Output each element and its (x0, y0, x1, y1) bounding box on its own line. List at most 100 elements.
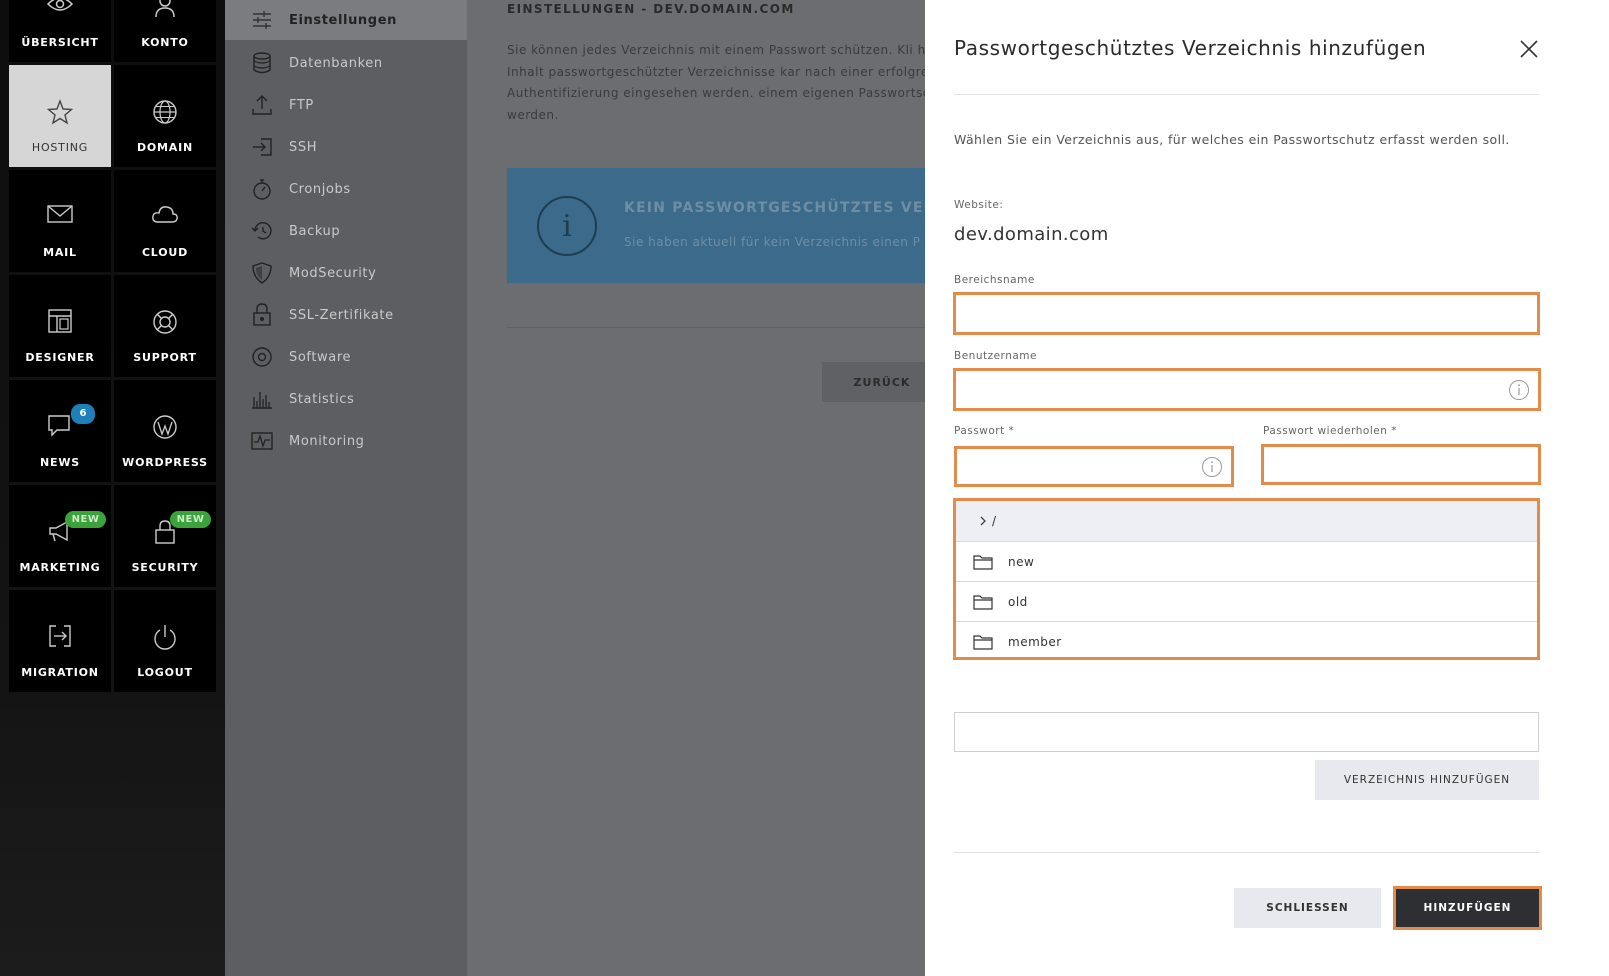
pulse-icon (251, 430, 273, 452)
login-icon (251, 136, 273, 158)
subnav-label: Einstellungen (289, 12, 397, 28)
passwort-label: Passwort * (954, 425, 1015, 437)
passwort-input[interactable] (957, 449, 1231, 484)
tree-root-row[interactable]: / (956, 501, 1537, 541)
new-badge: NEW (65, 511, 106, 528)
benutzername-input[interactable] (956, 371, 1538, 408)
news-count-badge: 6 (71, 404, 95, 424)
tile-label: CLOUD (141, 246, 189, 259)
main-content: EINSTELLUNGEN - DEV.DOMAIN.COM Sie könne… (467, 0, 925, 976)
tile-label: LOGOUT (137, 666, 193, 679)
passwort-input-wrapper (954, 446, 1234, 487)
tile-label: HOSTING (31, 141, 89, 154)
bar-chart-icon (251, 388, 273, 410)
tile-label: SUPPORT (133, 351, 197, 364)
add-directory-button[interactable]: VERZEICHNIS HINZUFÜGEN (1315, 760, 1539, 800)
subnav-item-ftp[interactable]: FTP (225, 84, 467, 126)
tree-folder-label: member (1008, 634, 1062, 649)
subnav-label: ModSecurity (289, 265, 377, 281)
lifebuoy-icon (114, 309, 216, 335)
subnav-label: Datenbanken (289, 55, 383, 71)
tile-label: ÜBERSICHT (21, 36, 99, 49)
tile-hosting[interactable]: HOSTING (9, 65, 111, 167)
subnav-label: FTP (289, 97, 314, 113)
subnav-item-einstellungen[interactable]: Einstellungen (225, 0, 467, 40)
tree-folder-row[interactable]: new (956, 541, 1537, 581)
passwort-wiederholen-input-wrapper (1261, 444, 1541, 485)
info-icon[interactable] (1201, 456, 1223, 478)
shield-icon (251, 262, 273, 284)
subnav-item-software[interactable]: Software (225, 336, 467, 378)
tree-root-label: / (992, 514, 997, 528)
tile-support[interactable]: SUPPORT (114, 275, 216, 377)
subnav-item-datenbanken[interactable]: Datenbanken (225, 42, 467, 84)
tree-folder-row[interactable]: old (956, 581, 1537, 621)
subnav-label: Statistics (289, 391, 355, 407)
folder-icon (972, 593, 994, 611)
eye-icon (9, 0, 111, 20)
tile-designer[interactable]: DESIGNER (9, 275, 111, 377)
page-title: EINSTELLUNGEN - DEV.DOMAIN.COM (507, 2, 795, 16)
subnav-label: Software (289, 349, 352, 365)
subnav-item-cronjobs[interactable]: Cronjobs (225, 168, 467, 210)
close-button[interactable]: SCHLIESSEN (1234, 888, 1381, 928)
benutzername-input-wrapper (953, 368, 1541, 411)
subnav-item-ssl-zertifikate[interactable]: SSL-Zertifikate (225, 294, 467, 336)
main-tile-navigation: ÜBERSICHT KONTO HOSTING DOMAIN MAIL CLOU… (0, 0, 225, 976)
tile-marketing[interactable]: NEW MARKETING (9, 485, 111, 587)
tile-uebersicht[interactable]: ÜBERSICHT (9, 0, 111, 62)
info-icon[interactable] (1508, 379, 1530, 401)
back-button[interactable]: ZURÜCK (822, 362, 925, 402)
tile-label: MIGRATION (21, 666, 99, 679)
new-directory-input-wrapper (954, 712, 1539, 752)
subnav-label: SSH (289, 139, 318, 155)
info-box-text: Sie haben aktuell für kein Verzeichnis e… (624, 235, 921, 249)
bereichsname-input[interactable] (956, 295, 1537, 332)
info-box: i KEIN PASSWORTGESCHÜTZTES VERZ Sie habe… (507, 168, 925, 283)
passwort-wiederholen-input[interactable] (1264, 447, 1538, 482)
tile-domain[interactable]: DOMAIN (114, 65, 216, 167)
upload-icon (251, 94, 273, 116)
subnav-item-statistics[interactable]: Statistics (225, 378, 467, 420)
cloud-icon (114, 204, 216, 230)
subnav-item-modsecurity[interactable]: ModSecurity (225, 252, 467, 294)
submit-button[interactable]: HINZUFÜGEN (1393, 886, 1542, 930)
subnav-item-monitoring[interactable]: Monitoring (225, 420, 467, 462)
tile-label: DESIGNER (25, 351, 95, 364)
tile-security[interactable]: NEW SECURITY (114, 485, 216, 587)
history-icon (251, 220, 273, 242)
benutzername-label: Benutzername (954, 350, 1037, 362)
tile-label: KONTO (141, 36, 189, 49)
migration-icon (9, 624, 111, 650)
hosting-sub-navigation: Einstellungen Datenbanken FTP SSH Cronjo… (225, 0, 467, 976)
new-directory-input[interactable] (955, 713, 1538, 751)
globe-icon (114, 99, 216, 125)
subnav-item-ssh[interactable]: SSH (225, 126, 467, 168)
tile-news[interactable]: 6 NEWS (9, 380, 111, 482)
passwort-wiederholen-label: Passwort wiederholen * (1263, 425, 1397, 437)
close-icon[interactable] (1518, 38, 1540, 60)
tile-cloud[interactable]: CLOUD (114, 170, 216, 272)
subnav-item-backup[interactable]: Backup (225, 210, 467, 252)
speech-bubble-icon (9, 414, 111, 440)
page-description: Sie können jedes Verzeichnis mit einem P… (507, 43, 925, 122)
tile-logout[interactable]: LOGOUT (114, 590, 216, 692)
subnav-label: Backup (289, 223, 341, 239)
chevron-right-icon[interactable] (972, 512, 994, 530)
directory-tree: / new old member (953, 498, 1540, 660)
bereichsname-label: Bereichsname (954, 274, 1035, 286)
star-icon (9, 99, 111, 125)
tile-label: NEWS (40, 456, 80, 469)
tile-mail[interactable]: MAIL (9, 170, 111, 272)
divider (507, 327, 925, 328)
stopwatch-icon (251, 178, 273, 200)
tile-konto[interactable]: KONTO (114, 0, 216, 62)
tree-folder-label: new (1008, 554, 1035, 569)
website-label: Website: (954, 199, 1004, 211)
info-box-title: KEIN PASSWORTGESCHÜTZTES VERZ (624, 200, 925, 216)
tree-folder-row[interactable]: member (956, 621, 1537, 661)
divider (954, 852, 1539, 853)
tile-wordpress[interactable]: WORDPRESS (114, 380, 216, 482)
tile-migration[interactable]: MIGRATION (9, 590, 111, 692)
padlock-icon (251, 303, 273, 326)
